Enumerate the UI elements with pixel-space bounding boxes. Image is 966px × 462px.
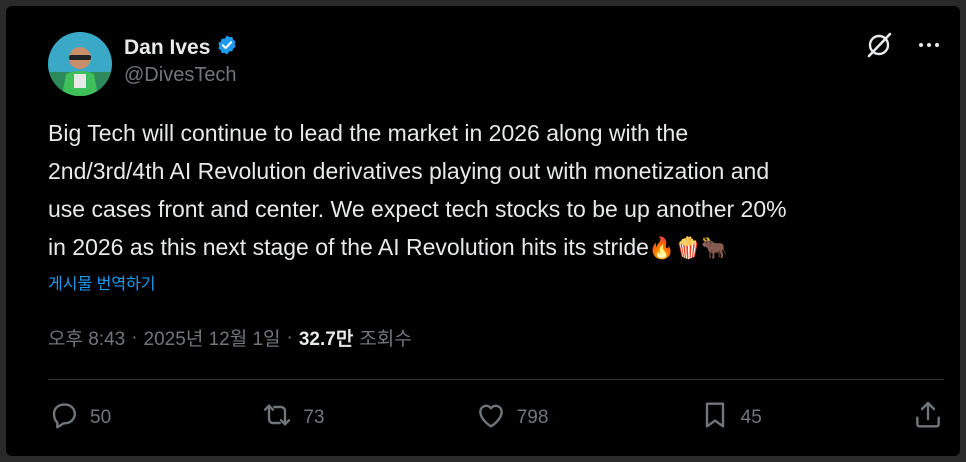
reply-button[interactable]: 50: [48, 399, 111, 437]
bookmark-icon: [699, 399, 731, 437]
more-icon[interactable]: [916, 32, 942, 58]
share-icon: [912, 399, 944, 437]
divider: [48, 379, 944, 380]
translate-link[interactable]: 게시물 번역하기: [48, 270, 156, 294]
post-card: Dan Ives @DivesTech Big Tech will contin…: [6, 6, 960, 456]
bookmark-count: 45: [740, 407, 762, 428]
share-button[interactable]: [912, 399, 944, 437]
repost-button[interactable]: 73: [261, 399, 325, 437]
like-count: 798: [516, 407, 549, 428]
verified-badge-icon: [216, 34, 238, 61]
repost-count: 73: [303, 407, 325, 428]
grok-icon[interactable]: [864, 30, 894, 60]
author-name[interactable]: Dan Ives: [124, 36, 210, 60]
reply-count: 50: [90, 407, 112, 428]
post-meta: 오후 8:43 · 2025년 12월 1일 · 32.7만 조회수: [48, 324, 412, 351]
meta-separator: ·: [286, 326, 293, 348]
bookmark-button[interactable]: 45: [699, 399, 762, 437]
views-count: 32.7만: [298, 329, 354, 350]
author-handle[interactable]: @DivesTech: [124, 64, 237, 87]
repost-icon: [261, 399, 293, 437]
views-label: 조회수: [359, 329, 412, 350]
post-emojis: 🔥🍿🐂: [648, 237, 728, 260]
like-icon: [475, 399, 507, 437]
meta-separator: ·: [131, 326, 138, 348]
post-time[interactable]: 오후 8:43: [48, 324, 125, 351]
reply-icon: [48, 399, 80, 437]
post-text: Big Tech will continue to lead the marke…: [48, 114, 948, 268]
like-button[interactable]: 798: [475, 399, 549, 437]
avatar[interactable]: [48, 32, 112, 96]
action-bar: 50 73 798 45: [48, 398, 944, 438]
post-date[interactable]: 2025년 12월 1일: [144, 324, 281, 351]
